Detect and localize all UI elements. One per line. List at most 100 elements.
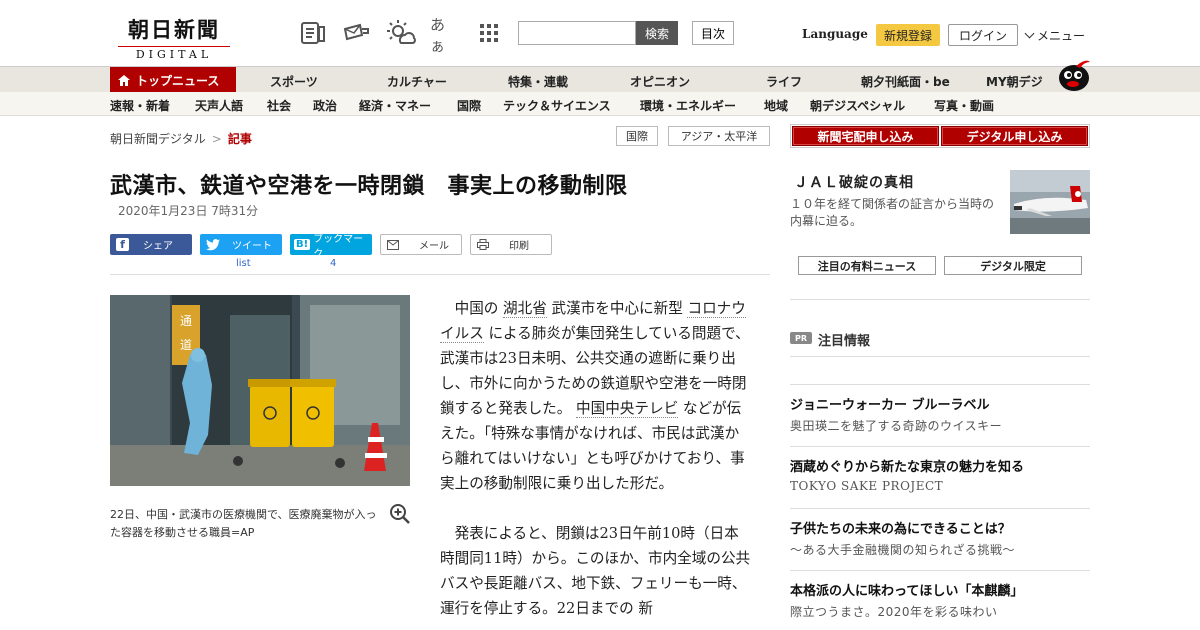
pr-badge: PR [790,332,812,344]
nav-society[interactable]: 社会 [267,97,291,114]
twitter-share-count[interactable]: list [236,258,251,269]
ad-title[interactable]: 子供たちの未来の為にできることは？ [790,518,1011,537]
ad-subtitle: ～ある大手金融機関の知られざる挑戦～ [790,543,1016,557]
font-size-icon[interactable]: あぁ [430,16,456,55]
logo-main-text: 朝日新聞 [128,17,220,42]
print-button[interactable]: 印刷 [470,234,552,255]
nav-tenseijingo[interactable]: 天声人語 [195,97,243,114]
nav-opinion[interactable]: オピニオン [630,73,690,90]
article-photo[interactable]: 通 道 [110,295,410,486]
pr-heading: 注目情報 [818,334,871,349]
menu-label: メニュー [1037,29,1086,43]
svg-text:道: 道 [180,338,192,352]
breadcrumb: 朝日新聞デジタル > 記事 [110,130,252,147]
menu-button[interactable]: メニュー [1024,27,1086,44]
divider [110,274,770,275]
article-paragraph: 中国の 湖北省 武漢市を中心に新型 コロナウイルス による肺炎が集団発生している… [440,296,752,496]
mail-icon[interactable] [342,20,370,46]
hatena-label: ブックマーク [313,233,364,260]
ad-title[interactable]: 本格派の人に味わってほしい「本麒麟」 [790,580,1023,599]
nav-politics[interactable]: 政治 [313,97,337,114]
mail-share-label: メール [419,241,449,252]
breadcrumb-current: 記事 [227,132,252,146]
article-date: 2020年1月23日 7時31分 [118,204,259,218]
ad-subtitle: 奥田瑛二を魅了する奇跡のウイスキー [790,419,1003,433]
keyword-link-hubei[interactable]: 湖北省 [503,300,547,318]
nav-culture[interactable]: カルチャー [387,73,447,90]
tag-international[interactable]: 国際 [616,126,658,146]
ad-subtitle: 際立つうまさ。2020年を彩る味わい [790,605,998,619]
twitter-share-button[interactable]: ツイート [200,234,282,255]
zoom-icon[interactable] [389,503,411,525]
envelope-icon [387,239,399,250]
asahi-logo[interactable]: 朝日新聞 DIGITAL [118,14,230,61]
login-button[interactable]: ログイン [948,24,1018,46]
digital-subscribe-button[interactable]: デジタル申し込み [941,126,1088,146]
apps-grid-icon[interactable] [476,20,502,46]
search-button[interactable]: 検索 [636,21,678,45]
newspaper-icon[interactable] [300,20,326,46]
text-span: 中国の [454,300,499,317]
article-paragraph: 発表によると、閉鎖は23日午前10時（日本時間同11時）から。このほか、市内全域… [440,525,751,617]
breadcrumb-home[interactable]: 朝日新聞デジタル [110,132,206,146]
nav-features[interactable]: 特集・連載 [508,73,568,90]
nav-economy[interactable]: 経済・マネー [359,97,431,114]
ad-title[interactable]: ジョニーウォーカー ブルーラベル [790,394,990,413]
nav-sports[interactable]: スポーツ [270,73,318,90]
weather-icon[interactable] [386,20,416,46]
nav-photo-video[interactable]: 写真・動画 [934,97,994,114]
printer-icon [477,239,489,250]
divider [790,508,1090,509]
tag-asia-pacific[interactable]: アジア・太平洋 [668,126,770,146]
mascot-icon[interactable] [1056,58,1092,92]
nav-top-news-label: トップニュース [136,73,220,88]
print-label: 印刷 [509,241,529,252]
nav-life[interactable]: ライフ [766,73,802,90]
promo-title[interactable]: ＪＡＬ破綻の真相 [794,172,914,192]
breadcrumb-separator: > [211,132,222,146]
nav-region[interactable]: 地域 [764,97,788,114]
newspaper-subscribe-button[interactable]: 新聞宅配申し込み [792,126,939,146]
hatena-icon: B! [294,239,311,250]
digital-only-button[interactable]: デジタル限定 [944,256,1082,275]
promo-description: １０年を経て関係者の証言から当時の内幕に迫る。 [790,197,995,228]
paid-news-button[interactable]: 注目の有料ニュース [798,256,936,275]
text-span: 武漢市を中心に新型 [551,300,683,317]
ad-title[interactable]: 酒蔵めぐりから新たな東京の魅力を知る [790,456,1024,475]
facebook-share-label: シェア [143,241,173,252]
nav-special[interactable]: 朝デジスペシャル [810,97,905,114]
signup-button[interactable]: 新規登録 [876,24,940,46]
divider [790,299,1090,300]
article-body: 中国の 湖北省 武漢市を中心に新型 コロナウイルス による肺炎が集団発生している… [440,296,752,630]
article-headline: 武漢市、鉄道や空港を一時閉鎖 事実上の移動制限 [110,174,628,199]
ad-subtitle: TOKYO SAKE PROJECT [790,479,944,493]
divider [790,570,1090,571]
chevron-down-icon [1024,28,1035,39]
nav-international[interactable]: 国際 [457,97,481,114]
nav-environment[interactable]: 環境・エネルギー [640,97,736,114]
hatena-bookmark-button[interactable]: B! ブックマーク [290,234,372,260]
divider [790,384,1090,385]
hatena-count[interactable]: 4 [330,258,336,269]
promo-image[interactable] [1010,170,1090,234]
logo-sub-text: DIGITAL [118,46,230,61]
facebook-icon: f [116,238,129,251]
photo-caption: 22日、中国・武漢市の医療機関で、医療廃棄物が入った容器を移動させる職員=AP [110,508,377,539]
svg-text:通: 通 [180,314,192,328]
home-icon [118,74,130,86]
divider [790,356,1090,357]
nav-top-news[interactable]: トップニュース [110,67,236,93]
keyword-link-cctv[interactable]: 中国中央テレビ [576,400,679,418]
mail-share-button[interactable]: メール [380,234,462,255]
nav-breaking[interactable]: 速報・新着 [110,97,170,114]
search-input[interactable] [518,21,636,45]
nav-tech-science[interactable]: テック＆サイエンス [503,97,611,114]
twitter-icon [206,238,220,250]
divider [790,446,1090,447]
twitter-share-label: ツイート [232,241,272,252]
facebook-share-button[interactable]: f シェア [110,234,192,255]
nav-my-asadigi[interactable]: MY朝デジ [986,73,1043,90]
nav-paper-be[interactable]: 朝夕刊紙面・be [861,73,950,90]
toc-button[interactable]: 目次 [692,21,734,45]
language-link[interactable]: Language [802,27,868,41]
